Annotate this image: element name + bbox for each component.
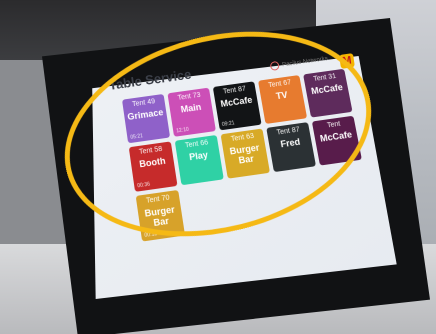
photo-scene: Table Service Pacilus Networks M Tent 49…: [0, 0, 436, 334]
